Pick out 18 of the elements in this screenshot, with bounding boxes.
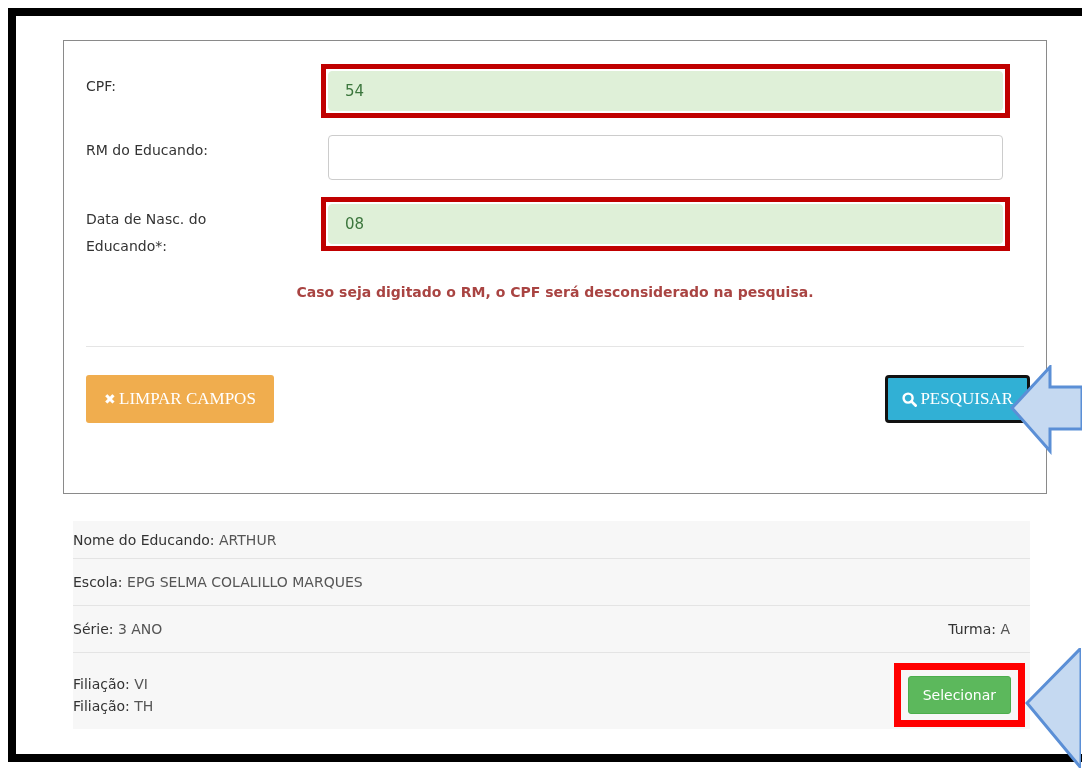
- select-button[interactable]: Selecionar: [907, 676, 1011, 714]
- search-icon: [902, 391, 918, 407]
- field-label: RM do Educando:: [86, 141, 210, 160]
- field-label: CPF:: [86, 77, 117, 96]
- info-text: Nome do Educando: ARTHUR: [73, 531, 277, 548]
- info-text: Filiação: VI: [73, 676, 149, 692]
- info-text: Turma: A: [948, 621, 1010, 637]
- info-text: Filiação: TH: [73, 698, 154, 714]
- search-button[interactable]: PESQUISAR: [885, 375, 1030, 423]
- input-field[interactable]: 08: [328, 204, 1003, 244]
- close-icon: ✖: [104, 390, 116, 408]
- clear-button[interactable]: ✖ LIMPAR CAMPOS: [86, 375, 274, 423]
- info-text: Série: 3 ANO: [73, 621, 163, 637]
- field-label: Data de Nasc. do Educando*:: [86, 210, 208, 256]
- input-field[interactable]: [328, 135, 1003, 180]
- input-field[interactable]: 54: [328, 71, 1003, 111]
- info-text: Escola: EPG SELMA COLALILLO MARQUES: [73, 574, 363, 590]
- warning-message: Caso seja digitado o RM, o CPF será desconsiderado na pesquisa.: [295, 284, 815, 300]
